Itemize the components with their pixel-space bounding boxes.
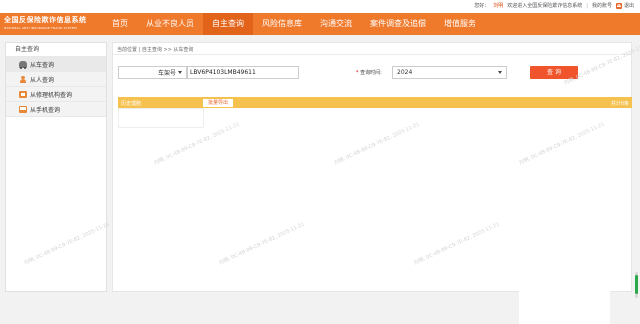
nav-risk-database[interactable]: 风险信息库	[253, 13, 311, 35]
results-count: 共计0条	[610, 101, 629, 107]
breadcrumb: 当前位置 | 自主查询 >> 从车查询	[117, 47, 194, 53]
results-label: 历史理赔	[121, 101, 142, 107]
main-header: 全国反保险欺诈信息系统 NATIONAL ANTI INSURANCE FRAU…	[0, 13, 640, 35]
results-header-bar: 历史理赔 批量导出 共计0条	[118, 97, 632, 108]
sidebar-item-label: 从修理机构查询	[30, 91, 73, 99]
sidebar: 自主查询 从车查询 从人查询 从修理机构查询 从手机查询	[5, 42, 107, 292]
query-button[interactable]: 查 询	[530, 66, 578, 79]
main-nav: 首页 从业不良人员 自主查询 风险信息库 沟通交流 案件调查及追偿 增值服务	[103, 13, 485, 35]
nav-value-added-services[interactable]: 增值服务	[435, 13, 485, 35]
sidebar-item-phone-query[interactable]: 从手机查询	[6, 102, 106, 117]
query-type-select[interactable]: 车架号	[118, 66, 187, 79]
query-time-label: * 查询时间:	[356, 69, 382, 76]
sidebar-item-label: 从人查询	[30, 76, 55, 84]
sidebar-title: 自主查询	[6, 43, 106, 57]
logo-subtitle: NATIONAL ANTI INSURANCE FRAUD SYSTEM	[4, 26, 77, 30]
exit-icon: ⏏	[615, 2, 622, 9]
exit-label: 退出	[623, 3, 634, 9]
phone-icon	[19, 105, 27, 113]
my-account-link[interactable]: 我的账号	[592, 2, 612, 9]
nav-case-investigation[interactable]: 案件调查及追偿	[361, 13, 435, 35]
sidebar-item-vehicle-query[interactable]: 从车查询	[6, 57, 106, 72]
person-icon	[19, 75, 27, 83]
chevron-down-icon	[178, 71, 182, 74]
scrollbar[interactable]	[635, 272, 638, 298]
nav-home[interactable]: 首页	[103, 13, 137, 35]
separator: |	[586, 2, 588, 9]
results-empty-area	[118, 108, 204, 128]
logo-title: 全国反保险欺诈信息系统	[4, 15, 87, 24]
greeting-text: 您好：	[474, 3, 490, 9]
nav-bad-practitioners[interactable]: 从业不良人员	[137, 13, 203, 35]
overlay-panel	[519, 291, 610, 324]
year-value: 2024	[397, 69, 413, 76]
divider	[113, 54, 631, 55]
batch-export-button[interactable]: 批量导出	[203, 99, 233, 107]
required-marker: *	[356, 70, 359, 76]
car-icon	[19, 60, 27, 69]
query-time-text: 查询时间:	[360, 70, 382, 76]
username: 刘明	[493, 3, 504, 9]
exit-button[interactable]: ⏏ 退出	[615, 2, 634, 9]
top-utility-bar: 您好： 刘明 欢迎进入全国反保险欺诈信息系统 | 我的账号 ⏏ 退出	[0, 0, 640, 13]
nav-communication[interactable]: 沟通交流	[311, 13, 361, 35]
organization-icon	[19, 90, 27, 98]
vin-input[interactable]: LBV6P4103LMB49611	[187, 66, 299, 79]
nav-self-query[interactable]: 自主查询	[203, 13, 253, 35]
sidebar-item-person-query[interactable]: 从人查询	[6, 72, 106, 87]
scrollbar-thumb[interactable]	[635, 275, 638, 294]
user-info: 您好： 刘明 欢迎进入全国反保险欺诈信息系统 | 我的账号 ⏏ 退出	[474, 2, 634, 9]
query-type-value: 车架号	[157, 70, 176, 77]
sidebar-item-label: 从车查询	[30, 61, 55, 69]
sidebar-item-repair-org-query[interactable]: 从修理机构查询	[6, 87, 106, 102]
logo[interactable]: 全国反保险欺诈信息系统 NATIONAL ANTI INSURANCE FRAU…	[4, 15, 102, 33]
main-content: 当前位置 | 自主查询 >> 从车查询 车架号 LBV6P4103LMB4961…	[112, 42, 632, 292]
chevron-down-icon	[498, 71, 502, 74]
sidebar-item-label: 从手机查询	[30, 106, 61, 114]
year-select[interactable]: 2024	[392, 66, 507, 79]
welcome-text: 欢迎进入全国反保险欺诈信息系统	[507, 3, 583, 9]
